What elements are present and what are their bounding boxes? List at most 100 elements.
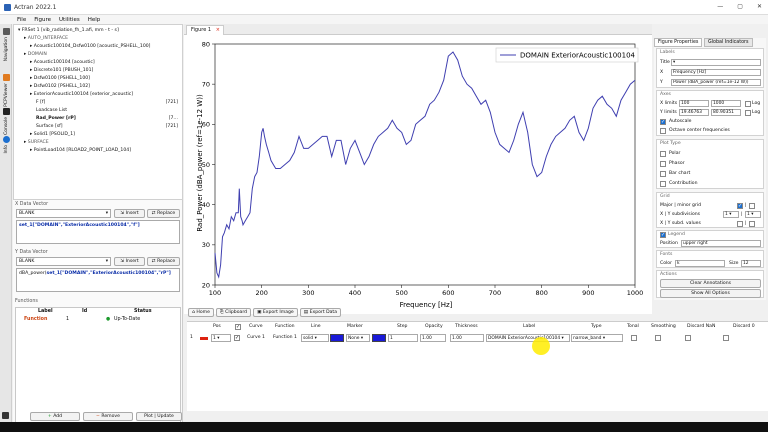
y-log-checkbox[interactable] xyxy=(745,110,751,116)
yvec-insert-button[interactable]: ⇲ Insert xyxy=(114,257,145,266)
tree-section[interactable]: ▸ AUTO_INTERFACE xyxy=(24,35,182,42)
tree-item[interactable]: ▸ Dsfw0100 [PSHELL_100] xyxy=(30,75,182,82)
menu-utilities[interactable]: Utilities xyxy=(59,17,80,23)
menu-figure[interactable]: Figure xyxy=(34,17,51,23)
plot-update-button[interactable]: Plot | Update xyxy=(136,412,182,421)
sidetab-navigation[interactable]: Navigation xyxy=(1,28,11,61)
yvec-combo[interactable]: BLANK ▾ xyxy=(16,257,111,266)
tree-item[interactable]: ▸ Dsfw0102 [PSHELL_102] xyxy=(30,83,182,90)
functions-table: Label Id Status Function 1 ● Up-To-Date xyxy=(15,307,181,429)
pos-select[interactable]: 1 ▾ xyxy=(211,334,231,342)
tree-section[interactable]: ▸ DOMAIN xyxy=(24,51,182,58)
line-color-swatch[interactable] xyxy=(330,334,344,342)
curve-visible-checkbox[interactable]: ✓ xyxy=(234,335,240,341)
x-tick-label: 800 xyxy=(535,289,547,297)
add-function-button[interactable]: + Add xyxy=(30,412,80,421)
sidetab-info[interactable]: Info xyxy=(1,136,11,154)
discard-zero-checkbox[interactable] xyxy=(723,335,729,341)
remove-function-button[interactable]: − Remove xyxy=(83,412,133,421)
x-min-input[interactable]: 100 xyxy=(679,100,709,107)
plot-type-group: Plot Type Polar Phasor Bar chart Contrib… xyxy=(656,139,764,189)
tab-figure-1[interactable]: Figure 1 × xyxy=(186,25,224,35)
y-min-input[interactable]: 19.46763 xyxy=(679,109,709,116)
font-size-spin[interactable]: 12 xyxy=(741,260,761,267)
bar-chart-checkbox[interactable] xyxy=(660,171,666,177)
xvec-expression[interactable]: set_1["DOMAIN","ExteriorAcoustic100104",… xyxy=(16,220,180,244)
autoscale-checkbox[interactable]: ✓ xyxy=(660,119,666,125)
close-tab-icon[interactable]: × xyxy=(216,26,220,35)
export-image-button[interactable]: ▣ Export Image xyxy=(253,308,298,317)
tree-item[interactable]: F [f] [721] xyxy=(36,99,182,106)
tree-item[interactable]: ▸ ExteriorAcoustic100104 [exterior_acous… xyxy=(30,91,182,98)
tab-figure-properties[interactable]: Figure Properties xyxy=(654,38,703,47)
tree-item[interactable]: ▸ PointLoad104 [RLOAD2_POINT_LOAD_104] xyxy=(30,147,182,154)
yvec-replace-button[interactable]: ⇄ Replace xyxy=(147,257,180,266)
close-icon[interactable]: ✕ xyxy=(757,3,762,10)
menu-bar: File Figure Utilities Help xyxy=(0,15,768,24)
x-label-input[interactable]: Frequency [Hz] xyxy=(671,69,761,76)
xvec-replace-button[interactable]: ⇄ Replace xyxy=(147,209,180,218)
visible-all-checkbox[interactable]: ✓ xyxy=(235,324,241,330)
polar-checkbox[interactable] xyxy=(660,151,666,157)
tree-item[interactable]: Rad_Power [rP] [7… xyxy=(36,115,182,122)
tree-item[interactable]: ▸ Solid1 [PSOLID_1] xyxy=(30,131,182,138)
sidetab-console[interactable]: Console xyxy=(1,108,11,135)
tab-global-indicators[interactable]: Global Indicators xyxy=(704,38,753,47)
title-input[interactable]: ▾ xyxy=(671,59,761,66)
export-data-button[interactable]: ▤ Export Data xyxy=(299,308,342,317)
clear-annotations-button[interactable]: Clear Annotations xyxy=(660,279,761,288)
x-subdivisions-spin[interactable]: 1 ▾ xyxy=(723,211,739,218)
x-max-input[interactable]: 1000 xyxy=(711,100,741,107)
tree-item[interactable]: Loadcase List xyxy=(36,107,182,114)
minor-grid-checkbox[interactable] xyxy=(749,203,755,209)
maximize-icon[interactable]: ▢ xyxy=(737,3,743,10)
discard-nan-checkbox[interactable] xyxy=(685,335,691,341)
legend-checkbox[interactable]: ✓ xyxy=(660,232,666,238)
tree-root[interactable]: ▾ FRSet 1 [vib_radiation_fh_1.afi, mm - … xyxy=(18,27,119,34)
terminal-icon[interactable] xyxy=(2,412,9,419)
remove-curve-icon[interactable] xyxy=(200,336,208,340)
tree-section[interactable]: ▸ SURFACE xyxy=(24,139,182,146)
legend-position-select[interactable]: upper right xyxy=(681,240,761,247)
phasor-checkbox[interactable] xyxy=(660,161,666,167)
pcpviewer-icon xyxy=(2,74,10,81)
font-color-select[interactable]: k xyxy=(675,260,725,267)
info-icon xyxy=(2,136,10,143)
type-select[interactable]: narrow_band ▾ xyxy=(571,334,623,342)
y-subdivisions-spin[interactable]: 1 ▾ xyxy=(745,211,761,218)
tree-item[interactable]: ▸ Acoustic100104_Dsfw0100 [acoustic_PSHE… xyxy=(30,43,182,50)
sidetab-pcpviewer[interactable]: PCPViewer xyxy=(1,74,11,107)
left-panel: ▾ FRSet 1 [vib_radiation_fh_1.afi, mm - … xyxy=(13,24,183,429)
figure-tabbar: Figure 1 × xyxy=(184,24,652,35)
tonal-checkbox[interactable] xyxy=(631,335,637,341)
thickness-input[interactable]: 1.00 xyxy=(450,334,484,342)
xvec-insert-button[interactable]: ⇲ Insert xyxy=(114,209,145,218)
menu-file[interactable]: File xyxy=(17,17,26,23)
xvec-combo[interactable]: BLANK ▾ xyxy=(16,209,111,218)
menu-help[interactable]: Help xyxy=(88,17,101,23)
opacity-input[interactable]: 1.00 xyxy=(420,334,446,342)
tree-item[interactable]: ▸ Acoustic100104 [acoustic] xyxy=(30,59,182,66)
x-subd-values-checkbox[interactable] xyxy=(737,221,743,227)
tree-item[interactable]: ▸ Discrete101 [PBUSH_101] xyxy=(30,67,182,74)
show-all-options-button[interactable]: Show All Options xyxy=(660,289,761,298)
octave-checkbox[interactable] xyxy=(660,128,666,134)
line-style-select[interactable]: solid ▾ xyxy=(301,334,329,342)
y-max-input[interactable]: 80.90351 xyxy=(711,109,741,116)
x-log-checkbox[interactable] xyxy=(745,101,751,107)
home-button[interactable]: ⌂ Home xyxy=(188,308,214,317)
app-window: Actran 2022.1 — ▢ ✕ File Figure Utilitie… xyxy=(0,0,768,432)
step-input[interactable]: 1 xyxy=(388,334,418,342)
smoothing-checkbox[interactable] xyxy=(655,335,661,341)
major-grid-checkbox[interactable]: ✓ xyxy=(737,203,743,209)
y-subd-values-checkbox[interactable] xyxy=(749,221,755,227)
clipboard-button[interactable]: ⎘ Clipboard xyxy=(215,308,252,317)
marker-color-swatch[interactable] xyxy=(372,334,386,342)
contribution-checkbox[interactable] xyxy=(660,181,666,187)
y-label-input[interactable]: Power (dBA_power (ref=1e-12 W)) xyxy=(671,79,761,86)
tree-item[interactable]: Surface [sf] [721] xyxy=(36,123,182,130)
marker-select[interactable]: None ▾ xyxy=(346,334,370,342)
label-input[interactable]: DOMAIN ExteriorAcoustic100104 ▾ xyxy=(486,334,570,342)
minimize-icon[interactable]: — xyxy=(717,3,723,10)
yvec-expression[interactable]: dBA_power(set_1["DOMAIN","ExteriorAcoust… xyxy=(16,268,180,292)
